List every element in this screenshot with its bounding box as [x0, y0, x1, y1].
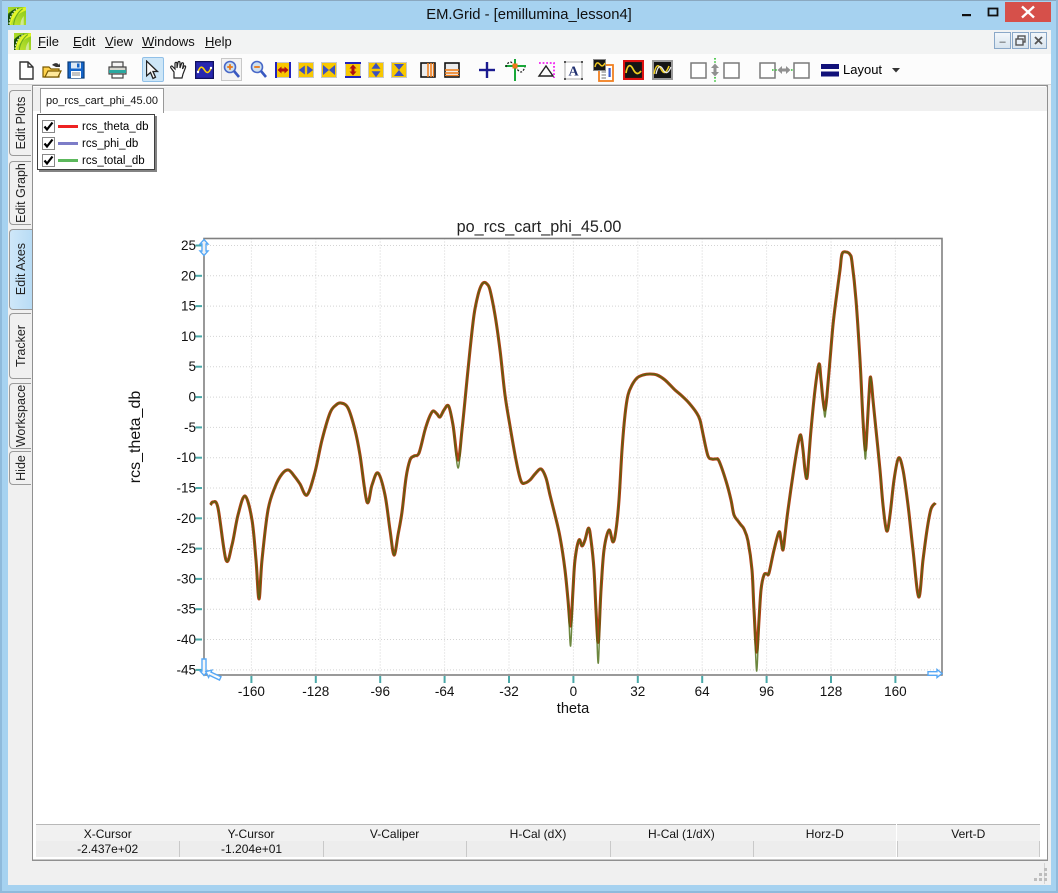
svg-text:-20: -20 [176, 511, 196, 526]
svg-text:rcs_theta_db: rcs_theta_db [127, 391, 144, 484]
svg-text:-30: -30 [176, 571, 196, 586]
svg-text:-35: -35 [176, 602, 196, 617]
svg-text:theta: theta [557, 701, 590, 717]
svg-text:A: A [568, 64, 579, 79]
svg-text:10: 10 [181, 329, 196, 344]
svg-text:5: 5 [188, 359, 196, 374]
svg-text:-96: -96 [370, 684, 390, 699]
svg-text:-25: -25 [176, 541, 196, 556]
svg-text:-64: -64 [435, 684, 455, 699]
svg-text:128: 128 [820, 684, 843, 699]
svg-text:96: 96 [759, 684, 774, 699]
svg-text:32: 32 [630, 684, 645, 699]
svg-text:-5: -5 [184, 420, 196, 435]
svg-text:po_rcs_cart_phi_45.00: po_rcs_cart_phi_45.00 [457, 218, 622, 236]
svg-text:160: 160 [884, 684, 907, 699]
svg-text:-128: -128 [302, 684, 329, 699]
svg-text:0: 0 [570, 684, 578, 699]
svg-text:-40: -40 [176, 632, 196, 647]
svg-text:-10: -10 [176, 450, 196, 465]
svg-text:0: 0 [188, 390, 196, 405]
svg-text:25: 25 [181, 238, 196, 253]
svg-text:-160: -160 [238, 684, 265, 699]
svg-text:-15: -15 [176, 481, 196, 496]
svg-text:64: 64 [695, 684, 711, 699]
svg-text:20: 20 [181, 268, 196, 283]
svg-text:-45: -45 [176, 662, 196, 677]
svg-text:-32: -32 [499, 684, 519, 699]
svg-text:15: 15 [181, 299, 196, 314]
